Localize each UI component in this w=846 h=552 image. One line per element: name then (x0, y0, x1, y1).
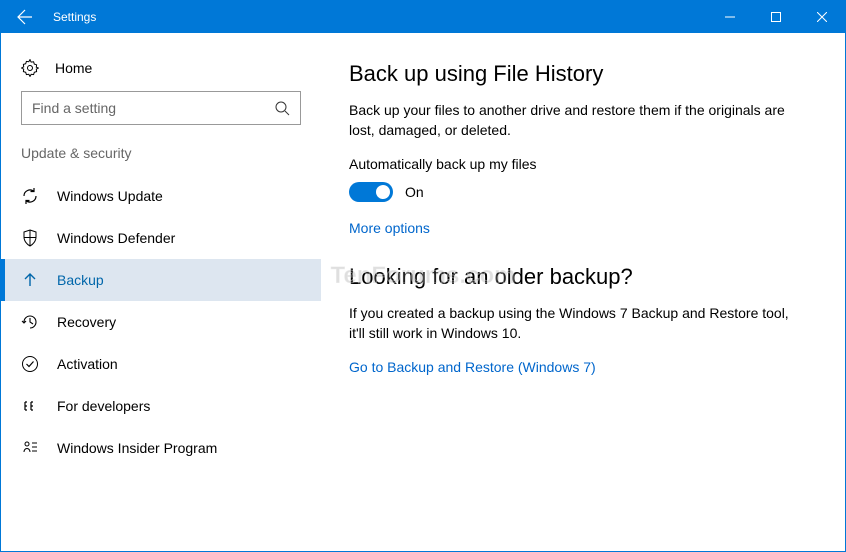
sidebar-item-backup[interactable]: Backup (1, 259, 321, 301)
category-label: Update & security (1, 145, 321, 175)
maximize-button[interactable] (753, 1, 799, 33)
content-area: Home Update & security Windows Update Wi… (1, 33, 845, 551)
history-icon (21, 313, 39, 331)
titlebar: Settings (1, 1, 845, 33)
search-box[interactable] (21, 91, 301, 125)
sidebar-item-activation[interactable]: Activation (1, 343, 321, 385)
sidebar-item-label: Windows Insider Program (57, 440, 217, 456)
section-body-older-backup: If you created a backup using the Window… (349, 304, 805, 343)
search-input[interactable] (32, 100, 275, 116)
home-button[interactable]: Home (1, 51, 321, 91)
backup-restore-link[interactable]: Go to Backup and Restore (Windows 7) (349, 359, 596, 375)
section-body-file-history: Back up your files to another drive and … (349, 101, 805, 140)
close-icon (817, 12, 827, 22)
sidebar-item-label: Recovery (57, 314, 116, 330)
sync-icon (21, 187, 39, 205)
sidebar-item-for-developers[interactable]: For developers (1, 385, 321, 427)
section-title-file-history: Back up using File History (349, 61, 805, 87)
arrow-left-icon (17, 9, 33, 25)
sidebar-item-windows-update[interactable]: Windows Update (1, 175, 321, 217)
sidebar-item-recovery[interactable]: Recovery (1, 301, 321, 343)
insider-icon (21, 439, 39, 457)
developer-icon (21, 397, 39, 415)
check-circle-icon (21, 355, 39, 373)
window-title: Settings (49, 10, 707, 24)
toggle-row: On (349, 182, 805, 202)
search-icon (275, 101, 290, 116)
home-label: Home (55, 60, 92, 76)
toggle-label: Automatically back up my files (349, 156, 805, 172)
minimize-icon (725, 12, 735, 22)
sidebar-item-windows-insider[interactable]: Windows Insider Program (1, 427, 321, 469)
window-controls (707, 1, 845, 33)
sidebar-item-label: Windows Update (57, 188, 163, 204)
upload-arrow-icon (21, 271, 39, 289)
auto-backup-toggle[interactable] (349, 182, 393, 202)
sidebar-item-label: Windows Defender (57, 230, 175, 246)
minimize-button[interactable] (707, 1, 753, 33)
shield-icon (21, 229, 39, 247)
section-title-older-backup: Looking for an older backup? (349, 264, 805, 290)
sidebar-item-label: For developers (57, 398, 150, 414)
sidebar: Home Update & security Windows Update Wi… (1, 33, 321, 551)
sidebar-item-label: Activation (57, 356, 118, 372)
gear-icon (21, 59, 39, 77)
sidebar-item-label: Backup (57, 272, 104, 288)
back-button[interactable] (1, 1, 49, 33)
sidebar-item-windows-defender[interactable]: Windows Defender (1, 217, 321, 259)
toggle-state: On (405, 184, 424, 200)
maximize-icon (771, 12, 781, 22)
more-options-link[interactable]: More options (349, 220, 430, 236)
close-button[interactable] (799, 1, 845, 33)
main-panel: Back up using File History Back up your … (321, 33, 845, 551)
